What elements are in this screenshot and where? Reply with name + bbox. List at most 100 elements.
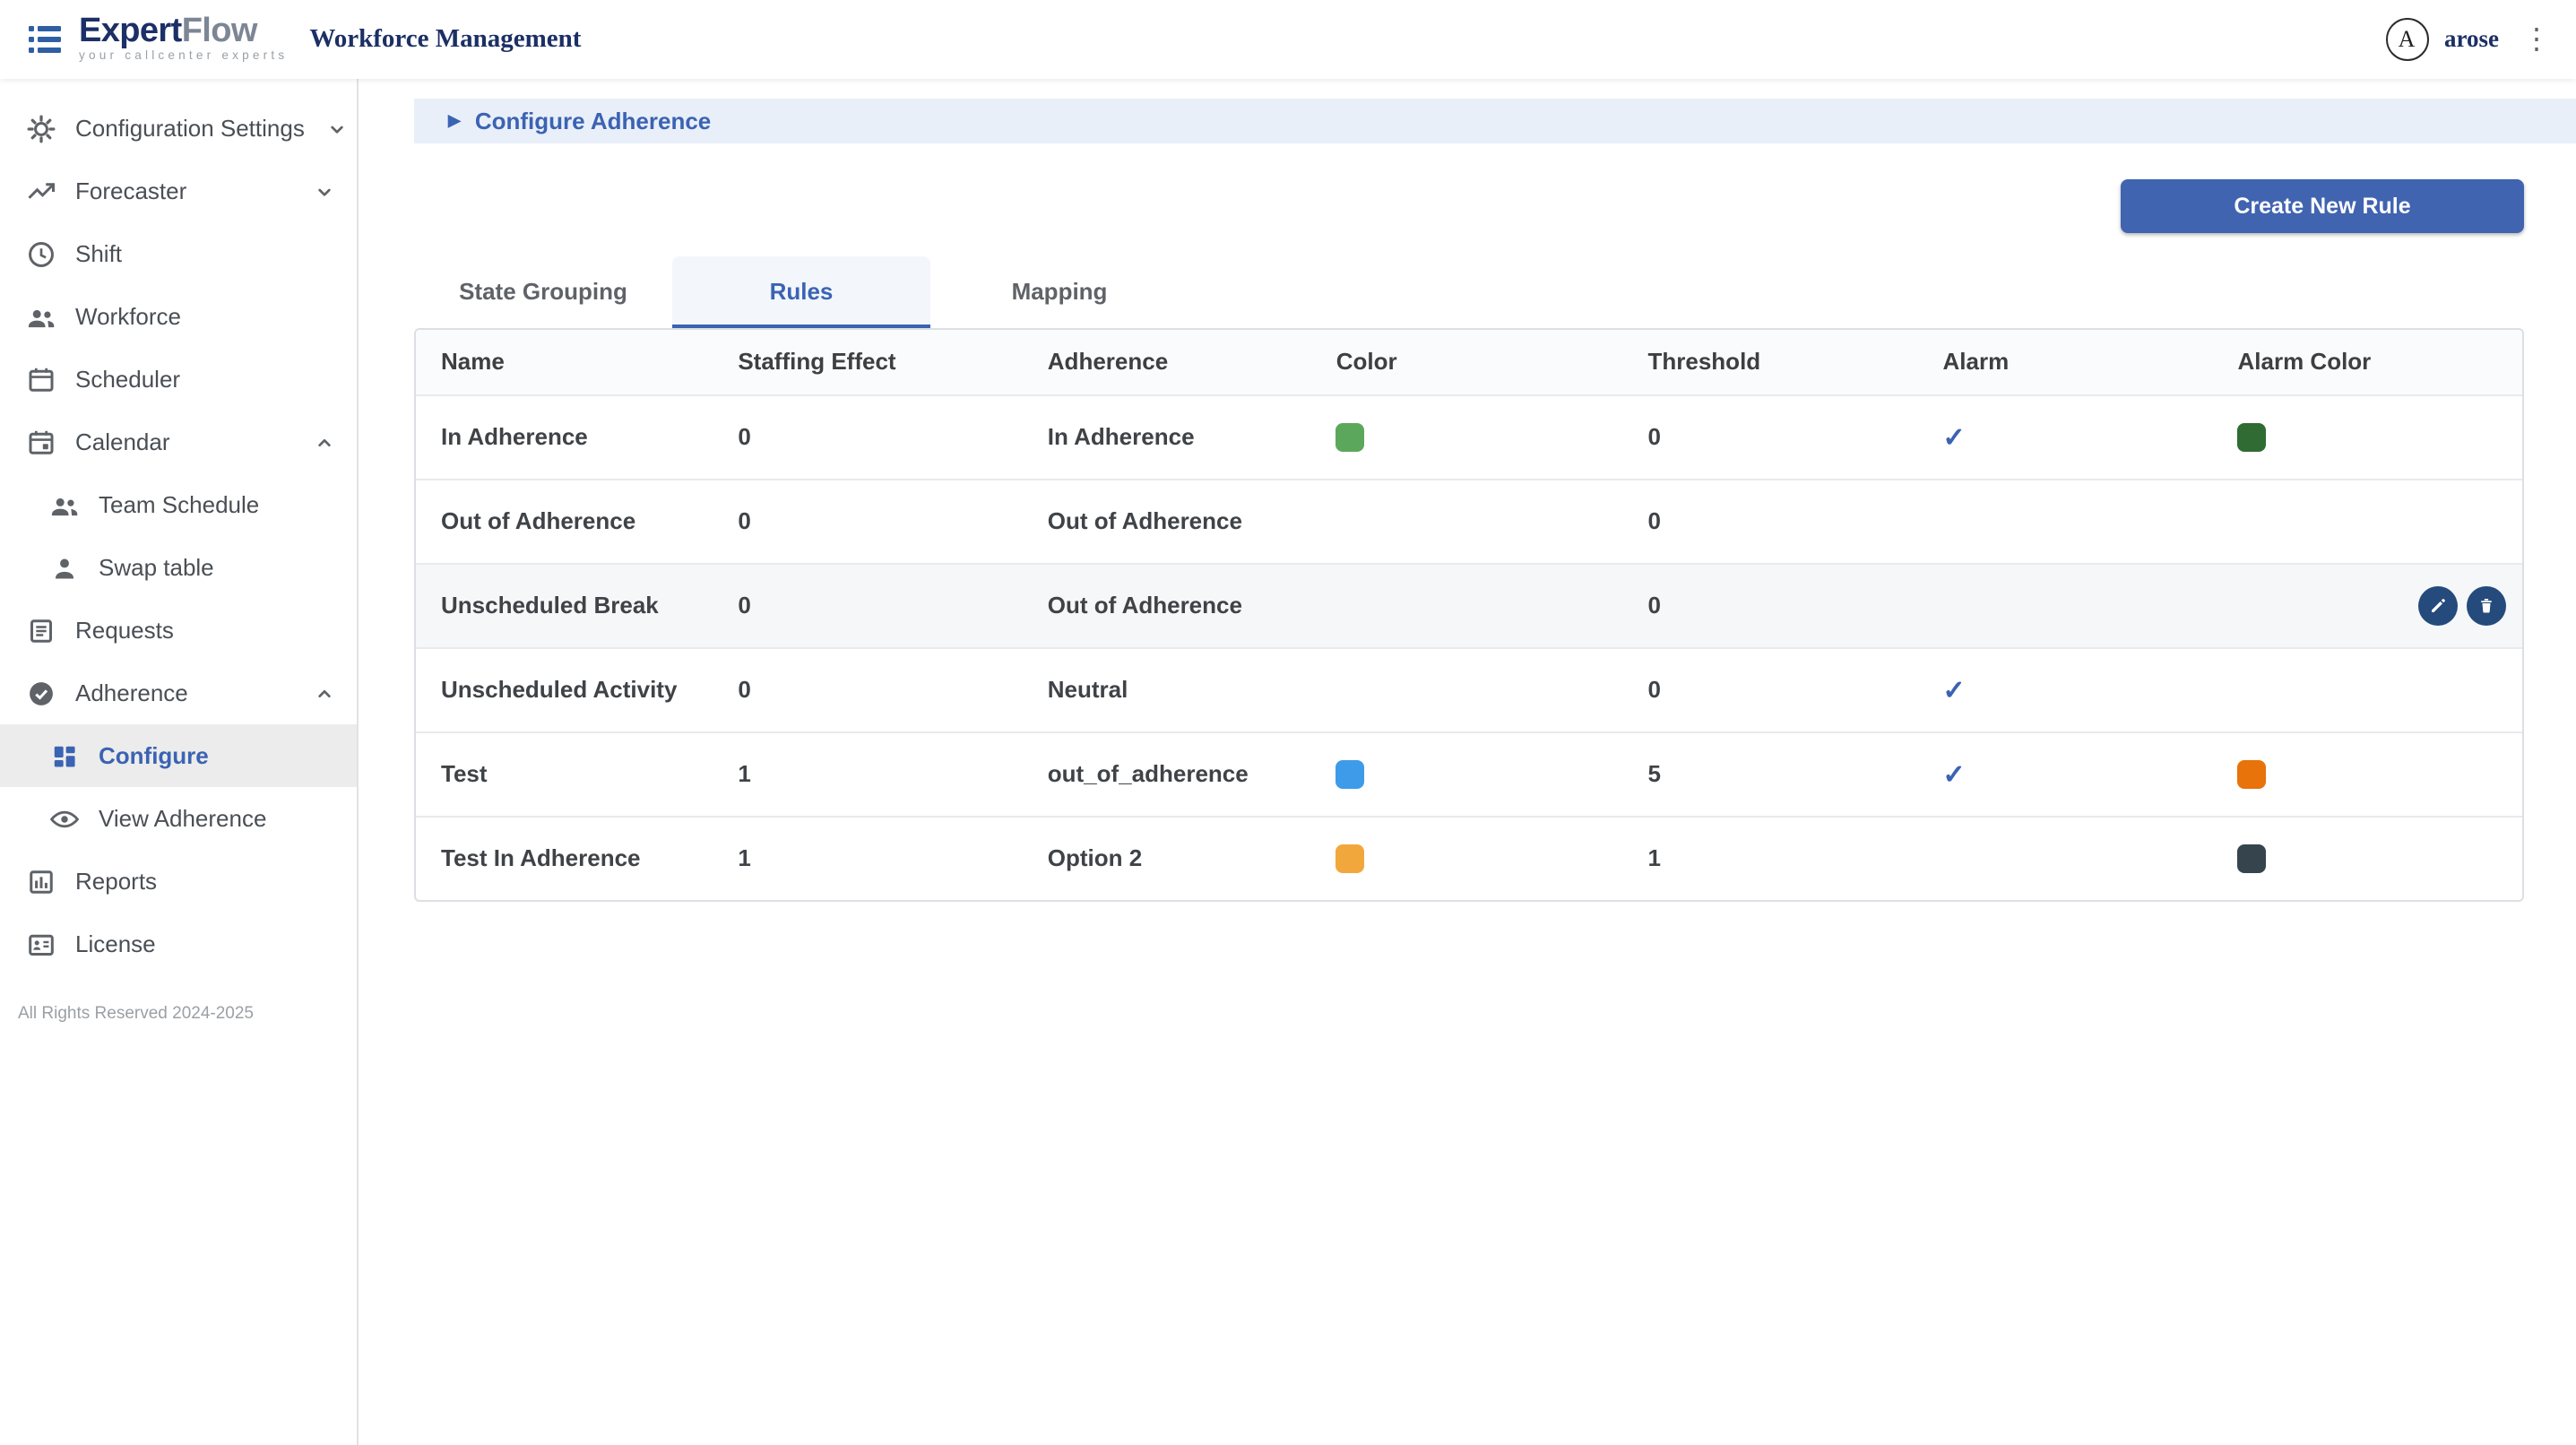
color-swatch[interactable] xyxy=(1336,844,1365,873)
staffing-effect-value: 1 xyxy=(713,816,1022,900)
threshold-value: 0 xyxy=(1623,563,1918,647)
sidebar-item-label: Forecaster xyxy=(75,177,292,204)
sidebar-item-configuration-settings[interactable]: Configuration Settings xyxy=(0,97,357,160)
table-row[interactable]: In Adherence 0 In Adherence 0 ✓ xyxy=(416,394,2522,479)
chevron-down-icon[interactable] xyxy=(323,114,351,143)
logo-flow: Flow xyxy=(182,13,257,50)
sidebar-item-label: View Adherence xyxy=(99,805,339,832)
staffing-effect-value: 0 xyxy=(713,394,1022,479)
gear-icon xyxy=(25,112,57,144)
color-swatch[interactable] xyxy=(1336,423,1365,452)
app: ExpertFlow your callcenter experts Workf… xyxy=(0,0,2576,1445)
sidebar-item-label: Configure xyxy=(99,742,339,769)
breadcrumb-label: Configure Adherence xyxy=(475,108,711,134)
rule-name: Unscheduled Activity xyxy=(416,647,713,731)
calendar-event-icon xyxy=(25,426,57,458)
table-row[interactable]: Out of Adherence 0 Out of Adherence 0 xyxy=(416,479,2522,563)
table-row[interactable]: Unscheduled Break 0 Out of Adherence 0 xyxy=(416,563,2522,647)
alarm-color-cell xyxy=(2213,731,2523,816)
staffing-effect-value: 0 xyxy=(713,563,1022,647)
avatar[interactable]: A xyxy=(2385,18,2428,61)
table-row[interactable]: Test In Adherence 1 Option 2 1 xyxy=(416,816,2522,900)
sidebar-item-workforce[interactable]: Workforce xyxy=(0,285,357,348)
expertflow-logo-icon xyxy=(25,18,68,61)
alarm-color-swatch[interactable] xyxy=(2238,844,2267,873)
column-header-alarm: Alarm xyxy=(1918,330,2213,394)
rule-name: In Adherence xyxy=(416,394,713,479)
sidebar-item-reports[interactable]: Reports xyxy=(0,850,357,913)
alarm-cell xyxy=(1918,816,2213,900)
sidebar-item-scheduler[interactable]: Scheduler xyxy=(0,348,357,411)
table-row[interactable]: Unscheduled Activity 0 Neutral 0 ✓ xyxy=(416,647,2522,731)
sidebar-item-configure[interactable]: Configure xyxy=(0,724,357,787)
row-actions xyxy=(2418,585,2506,625)
sidebar-item-adherence[interactable]: Adherence xyxy=(0,662,357,724)
column-header-color: Color xyxy=(1311,330,1623,394)
username: arose xyxy=(2444,25,2499,54)
alarm-color-swatch[interactable] xyxy=(2238,760,2267,789)
check-circle-icon xyxy=(25,677,57,709)
chevron-up-icon[interactable] xyxy=(310,679,339,707)
sidebar-item-swap-table[interactable]: Swap table xyxy=(0,536,357,599)
alarm-cell xyxy=(1918,479,2213,563)
column-header-alarm-color: Alarm Color xyxy=(2213,330,2523,394)
copyright: All Rights Reserved 2024-2025 xyxy=(0,1004,357,1024)
avatar-letter: A xyxy=(2399,25,2416,54)
sidebar-item-label: Shift xyxy=(75,240,339,267)
sidebar-item-label: License xyxy=(75,930,339,957)
tabs: State GroupingRulesMapping xyxy=(414,256,2524,328)
color-cell xyxy=(1311,479,1623,563)
table-header-row: NameStaffing EffectAdherenceColorThresho… xyxy=(416,330,2522,394)
kebab-menu-icon[interactable]: ⋮ xyxy=(2522,22,2551,57)
user-menu: A arose ⋮ xyxy=(2385,18,2551,61)
people-icon xyxy=(48,489,81,521)
adherence-value: out_of_adherence xyxy=(1023,731,1311,816)
main-content: ▶ Configure Adherence Create New Rule St… xyxy=(359,79,2576,1445)
staffing-effect-value: 1 xyxy=(713,731,1022,816)
alarm-check-icon: ✓ xyxy=(1943,422,1966,453)
column-header-adherence: Adherence xyxy=(1023,330,1311,394)
sidebar-item-label: Adherence xyxy=(75,679,292,706)
sidebar-item-forecaster[interactable]: Forecaster xyxy=(0,160,357,222)
sidebar: Configuration Settings Forecaster Shift … xyxy=(0,79,359,1445)
sidebar-item-team-schedule[interactable]: Team Schedule xyxy=(0,473,357,536)
chevron-down-icon[interactable] xyxy=(310,177,339,205)
alarm-color-swatch[interactable] xyxy=(2238,423,2267,452)
table-row[interactable]: Test 1 out_of_adherence 5 ✓ xyxy=(416,731,2522,816)
threshold-value: 0 xyxy=(1623,647,1918,731)
adherence-value: Neutral xyxy=(1023,647,1311,731)
sidebar-item-label: Reports xyxy=(75,868,339,895)
breadcrumb[interactable]: ▶ Configure Adherence xyxy=(414,99,2576,143)
edit-rule-button[interactable] xyxy=(2418,585,2458,625)
create-new-rule-button[interactable]: Create New Rule xyxy=(2121,179,2524,233)
adherence-value: In Adherence xyxy=(1023,394,1311,479)
rule-name: Test In Adherence xyxy=(416,816,713,900)
tab-rules[interactable]: Rules xyxy=(672,256,930,328)
logo-tagline: your callcenter experts xyxy=(79,52,288,65)
chevron-up-icon[interactable] xyxy=(310,428,339,456)
threshold-value: 5 xyxy=(1623,731,1918,816)
sidebar-item-view-adherence[interactable]: View Adherence xyxy=(0,787,357,850)
rule-name: Test xyxy=(416,731,713,816)
color-swatch[interactable] xyxy=(1336,760,1365,789)
color-cell xyxy=(1311,647,1623,731)
staffing-effect-value: 0 xyxy=(713,479,1022,563)
tab-state-grouping[interactable]: State Grouping xyxy=(414,256,672,328)
tab-mapping[interactable]: Mapping xyxy=(930,256,1189,328)
sidebar-item-calendar[interactable]: Calendar xyxy=(0,411,357,473)
sidebar-item-requests[interactable]: Requests xyxy=(0,599,357,662)
sidebar-nav: Configuration Settings Forecaster Shift … xyxy=(0,97,357,975)
delete-rule-button[interactable] xyxy=(2467,585,2506,625)
breadcrumb-arrow-icon[interactable]: ▶ xyxy=(448,113,461,129)
sidebar-item-license[interactable]: License xyxy=(0,913,357,975)
color-cell xyxy=(1311,731,1623,816)
dashboard-icon xyxy=(48,740,81,772)
rule-name: Out of Adherence xyxy=(416,479,713,563)
alarm-check-icon: ✓ xyxy=(1943,675,1966,705)
color-cell xyxy=(1311,394,1623,479)
trending-icon xyxy=(25,175,57,207)
column-header-threshold: Threshold xyxy=(1623,330,1918,394)
color-cell xyxy=(1311,816,1623,900)
sidebar-item-shift[interactable]: Shift xyxy=(0,222,357,285)
alarm-check-icon: ✓ xyxy=(1943,759,1966,790)
